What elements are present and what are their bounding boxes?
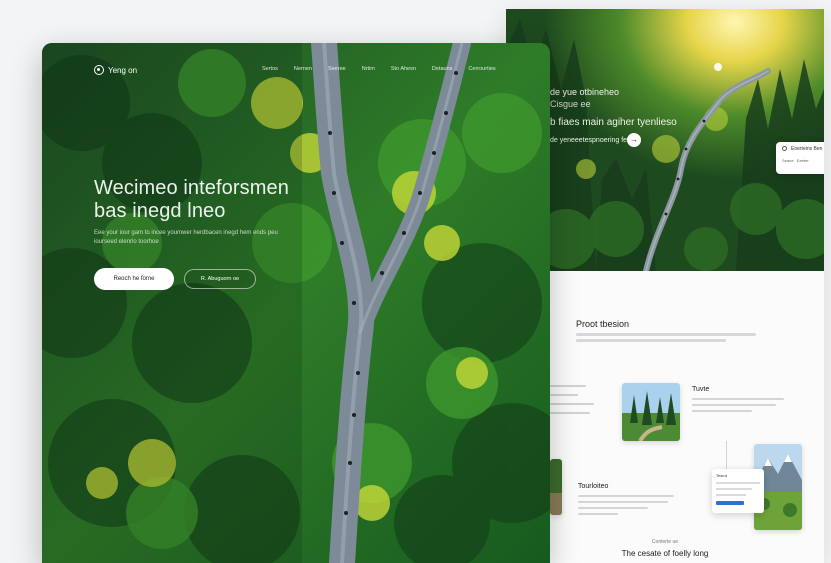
hero-subtitle: Eee your iour gam to incee youmwer herdb… [94,230,278,245]
hero-line-2: Cisgue ee [550,99,591,109]
hero-line-1: de yue otbineheo [550,87,620,97]
divider [726,441,727,469]
search-option[interactable]: Seane [782,158,794,163]
brand-name: Yeng on [108,65,138,75]
search-card[interactable]: Eoerteins Ben Seane Eeeter [776,142,824,174]
nav-item[interactable]: Cerrourties [468,66,495,72]
nav-item[interactable]: Sertos [262,66,278,72]
hero-title: Wecimeo inteforsmen bas inegd lneo [94,177,289,222]
hero-line-3: b fiaes main agiher tyenlieso [550,117,677,128]
secondary-cta-button[interactable]: R. Abuguorn oe [184,269,256,289]
secondary-body: Proot tbesion Tuvte Tourloiteo Tesrut Co… [506,271,824,563]
contact-eyebrow: Conterte ue [651,539,679,545]
trail-title: Tuvte [692,386,710,393]
booking-card[interactable]: Tesrut [712,469,764,513]
booking-button[interactable] [716,501,744,505]
nav-item[interactable]: Nrtim [362,66,375,72]
logo-icon [94,65,104,75]
hero-indicator-dot [714,63,722,71]
brand-logo[interactable]: Yeng on [94,65,137,75]
nav-item[interactable]: Sto Ahesn [391,66,416,72]
top-nav: Sertos Nernen Seeree Nrtim Sto Ahesn Det… [262,66,496,72]
trail-description [692,398,784,416]
search-label: Eoerteins Ben [791,146,823,152]
primary-cta-button[interactable]: Reoch he forne [94,268,174,290]
search-icon [782,146,787,151]
tour-description [578,495,674,519]
tour-title: Tourloiteo [578,483,609,490]
search-option[interactable]: Eeeter [797,158,809,163]
contact-title: The cesate of foelly long [621,549,709,558]
mockup-stage: de yue otbineheo Cisgue ee b fiaes main … [0,0,831,563]
section-title: Proot tbesion [576,319,630,329]
nav-item[interactable]: Seeree [328,66,346,72]
aerial-forest-image [42,43,550,563]
trail-photo [622,383,680,441]
section-description [576,333,756,347]
secondary-page: de yue otbineheo Cisgue ee b fiaes main … [506,9,824,563]
booking-card-title: Tesrut [716,473,727,478]
arrow-right-icon[interactable]: → [627,133,641,147]
secondary-hero: de yue otbineheo Cisgue ee b fiaes main … [506,9,824,271]
feature-list [550,385,600,421]
hero-cta-text[interactable]: de yeneeetespnoering feeng [550,137,639,144]
primary-page: Yeng on Sertos Nernen Seeree Nrtim Sto A… [42,43,550,563]
forest-photo [550,459,562,515]
nav-item[interactable]: Nernen [294,66,312,72]
nav-item[interactable]: Detauns [432,66,453,72]
